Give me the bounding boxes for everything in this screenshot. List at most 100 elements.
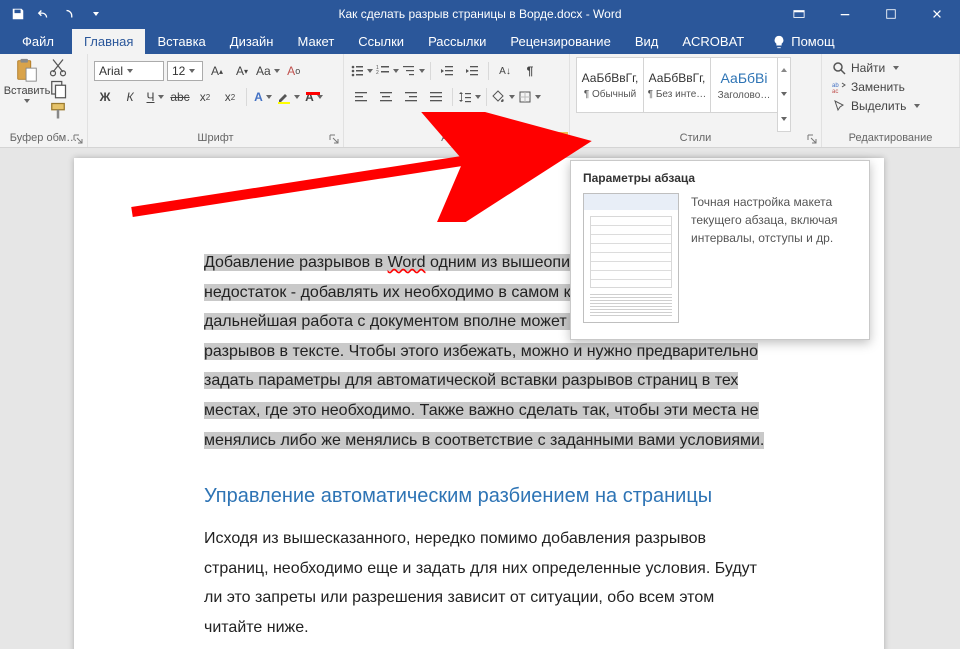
styles-gallery-scroll	[777, 57, 791, 132]
numbering-icon: 12	[376, 64, 390, 78]
grow-font-button[interactable]: A▴	[206, 61, 228, 81]
style-no-spacing[interactable]: АаБбВвГг, ¶ Без инте…	[643, 57, 711, 113]
quick-access-toolbar	[0, 3, 108, 25]
underline-button[interactable]: Ч	[144, 87, 166, 107]
multilevel-list-button[interactable]	[402, 61, 425, 81]
tab-mailings[interactable]: Рассылки	[416, 29, 498, 54]
svg-text:ac: ac	[832, 89, 838, 94]
launcher-icon	[555, 134, 565, 144]
font-size-combo[interactable]: 12	[167, 61, 203, 81]
bold-button[interactable]: Ж	[94, 87, 116, 107]
bullets-button[interactable]	[350, 61, 373, 81]
find-button[interactable]: Найти	[828, 60, 924, 76]
shading-button[interactable]	[492, 87, 515, 107]
launcher-icon	[329, 134, 339, 144]
tab-layout[interactable]: Макет	[285, 29, 346, 54]
select-icon	[832, 99, 846, 113]
style-normal[interactable]: АаБбВвГг, ¶ Обычный	[576, 57, 644, 113]
undo-icon	[37, 7, 51, 21]
align-center-icon	[379, 90, 393, 104]
save-icon	[11, 7, 25, 21]
minimize-button[interactable]	[822, 0, 868, 28]
style-heading1[interactable]: АаБбВі Заголово…	[710, 57, 778, 113]
outdent-icon	[440, 64, 454, 78]
justify-button[interactable]	[425, 87, 447, 107]
group-paragraph: 12 A↓ ¶	[344, 54, 570, 147]
shrink-font-button[interactable]: A▾	[231, 61, 253, 81]
show-marks-button[interactable]: ¶	[519, 61, 541, 81]
align-right-button[interactable]	[400, 87, 422, 107]
paragraph-launcher[interactable]	[555, 133, 567, 145]
group-label-paragraph: Абзац	[350, 132, 563, 145]
tab-design[interactable]: Дизайн	[218, 29, 286, 54]
font-launcher[interactable]	[329, 133, 341, 145]
redo-button[interactable]	[58, 3, 82, 25]
find-icon	[832, 61, 846, 75]
superscript-button[interactable]: x2	[219, 87, 241, 107]
text-effects-button[interactable]: A	[252, 87, 274, 107]
lightbulb-icon	[772, 35, 786, 49]
styles-expand[interactable]	[778, 107, 790, 131]
redo-icon	[63, 7, 77, 21]
cut-button[interactable]	[48, 57, 68, 77]
group-label-font: Шрифт	[94, 132, 337, 145]
ribbon-display-button[interactable]	[776, 0, 822, 28]
undo-button[interactable]	[32, 3, 56, 25]
line-spacing-button[interactable]	[458, 87, 481, 107]
tab-review[interactable]: Рецензирование	[498, 29, 622, 54]
copy-icon	[48, 79, 68, 99]
shading-icon	[492, 90, 506, 104]
save-button[interactable]	[6, 3, 30, 25]
close-icon	[931, 8, 943, 20]
replace-button[interactable]: abac Заменить	[828, 79, 924, 95]
decrease-indent-button[interactable]	[436, 61, 458, 81]
tab-file[interactable]: Файл	[4, 29, 72, 54]
subscript-button[interactable]: x2	[194, 87, 216, 107]
tab-acrobat[interactable]: ACROBAT	[670, 29, 756, 54]
bullets-icon	[350, 64, 364, 78]
tab-insert[interactable]: Вставка	[145, 29, 217, 54]
styles-scroll-up[interactable]	[778, 58, 790, 82]
tab-home[interactable]: Главная	[72, 29, 145, 54]
align-left-button[interactable]	[350, 87, 372, 107]
copy-button[interactable]	[48, 79, 68, 99]
window-controls	[776, 0, 960, 28]
window-title: Как сделать разрыв страницы в Ворде.docx…	[338, 7, 621, 21]
line-spacing-icon	[458, 90, 472, 104]
maximize-icon	[885, 8, 897, 20]
close-button[interactable]	[914, 0, 960, 28]
font-color-button[interactable]: A	[303, 87, 325, 107]
strikethrough-button[interactable]: abc	[169, 87, 191, 107]
styles-launcher[interactable]	[807, 133, 819, 145]
group-styles: АаБбВвГг, ¶ Обычный АаБбВвГг, ¶ Без инте…	[570, 54, 822, 147]
italic-button[interactable]: К	[119, 87, 141, 107]
tooltip-title: Параметры абзаца	[583, 171, 857, 185]
qat-customize[interactable]	[84, 3, 108, 25]
font-name-combo[interactable]: Arial	[94, 61, 164, 81]
tab-view[interactable]: Вид	[623, 29, 671, 54]
change-case-button[interactable]: Aa	[256, 61, 280, 81]
group-label-styles: Стили	[576, 132, 815, 145]
numbering-button[interactable]: 12	[376, 61, 399, 81]
group-clipboard: Вставить Буфер обм…	[0, 54, 88, 147]
group-label-editing: Редактирование	[828, 132, 953, 145]
sort-button[interactable]: A↓	[494, 61, 516, 81]
group-editing: Найти abac Заменить Выделить Редактирова…	[822, 54, 960, 147]
clear-formatting-button[interactable]: Aо	[283, 61, 305, 81]
styles-scroll-down[interactable]	[778, 82, 790, 106]
launcher-icon	[73, 134, 83, 144]
tell-me-search[interactable]: Помощ	[762, 29, 844, 54]
highlight-button[interactable]	[277, 87, 300, 107]
doc-heading-2: Управление автоматическим разбиением на …	[204, 485, 774, 508]
paste-label: Вставить	[4, 85, 51, 97]
clipboard-launcher[interactable]	[73, 133, 85, 145]
select-button[interactable]: Выделить	[828, 98, 924, 114]
tab-references[interactable]: Ссылки	[346, 29, 416, 54]
maximize-button[interactable]	[868, 0, 914, 28]
borders-icon	[518, 90, 532, 104]
paste-button[interactable]: Вставить	[6, 57, 48, 103]
increase-indent-button[interactable]	[461, 61, 483, 81]
borders-button[interactable]	[518, 87, 541, 107]
format-painter-button[interactable]	[48, 101, 68, 121]
align-center-button[interactable]	[375, 87, 397, 107]
